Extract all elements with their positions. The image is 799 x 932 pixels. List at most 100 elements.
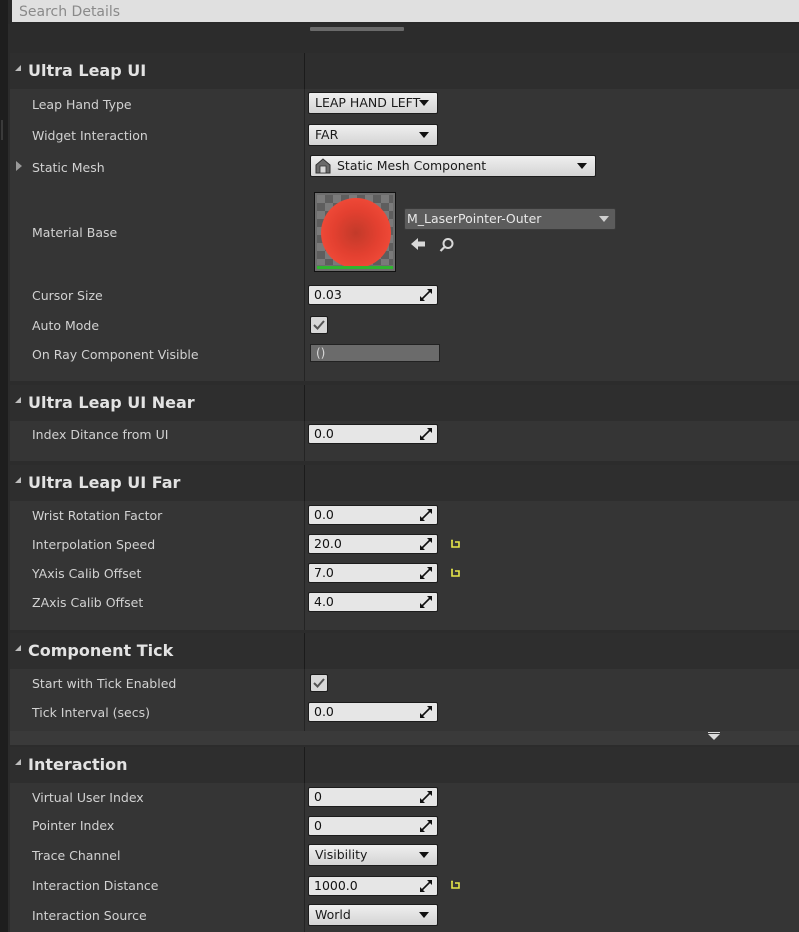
expand-advanced-icon[interactable] xyxy=(708,734,720,740)
property-label: Interaction Source xyxy=(32,908,147,923)
property-row-virtual-user-index: Virtual User Index 0 xyxy=(10,783,799,812)
column-divider xyxy=(304,119,305,151)
resize-drag-icon[interactable] xyxy=(420,820,432,832)
browse-magnifier-icon[interactable] xyxy=(439,237,455,253)
column-divider xyxy=(304,633,305,669)
pointer-index-field[interactable]: 0 xyxy=(308,816,438,836)
resize-drag-icon[interactable] xyxy=(420,567,432,579)
column-divider xyxy=(304,588,305,630)
widget-interaction-dropdown[interactable]: FAR xyxy=(308,124,438,146)
material-preview-sphere xyxy=(321,198,391,268)
property-label: ZAxis Calib Offset xyxy=(32,595,144,610)
property-row-tick-interval: Tick Interval (secs) 0.0 xyxy=(10,698,799,731)
column-divider xyxy=(304,421,305,461)
chevron-down-icon xyxy=(419,852,429,858)
property-row-yaxis-offset: YAxis Calib Offset 7.0 xyxy=(10,559,799,588)
property-row-cursor-size: Cursor Size 0.03 xyxy=(10,282,799,312)
column-divider xyxy=(304,669,305,698)
resize-drag-icon[interactable] xyxy=(420,428,432,440)
trace-channel-dropdown[interactable]: Visibility xyxy=(308,844,438,866)
material-thumbnail[interactable] xyxy=(314,192,396,272)
material-asset-dropdown[interactable]: M_LaserPointer-Outer xyxy=(404,208,616,230)
reset-to-default-icon[interactable] xyxy=(450,539,460,549)
field-value: 7.0 xyxy=(314,565,334,580)
property-row-start-with-tick: Start with Tick Enabled xyxy=(10,669,799,698)
use-selected-arrow-icon[interactable] xyxy=(410,237,426,251)
property-label: Static Mesh xyxy=(32,160,105,175)
category-title: Ultra Leap UI xyxy=(28,61,147,80)
dropdown-value: LEAP HAND LEFT xyxy=(315,95,421,110)
field-value: 0.0 xyxy=(314,704,334,719)
resize-drag-icon[interactable] xyxy=(420,791,432,803)
advanced-expand-bar[interactable] xyxy=(10,731,799,745)
category-component-tick[interactable]: Component Tick xyxy=(10,633,799,669)
column-divider xyxy=(304,183,305,282)
collapse-triangle-icon[interactable] xyxy=(15,645,21,651)
yaxis-offset-field[interactable]: 7.0 xyxy=(308,563,438,583)
collapse-triangle-icon[interactable] xyxy=(15,65,21,71)
property-label: Leap Hand Type xyxy=(32,97,132,112)
property-row-interaction-source: Interaction Source World xyxy=(10,901,799,932)
category-ultra-leap-ui-near[interactable]: Ultra Leap UI Near xyxy=(10,385,799,421)
tick-interval-field[interactable]: 0.0 xyxy=(308,702,438,722)
leap-hand-type-dropdown[interactable]: LEAP HAND LEFT xyxy=(308,92,438,114)
field-value: 4.0 xyxy=(314,594,334,609)
column-divider xyxy=(304,465,305,501)
property-label: Index Ditance from UI xyxy=(32,427,169,442)
interpolation-speed-field[interactable]: 20.0 xyxy=(308,534,438,554)
collapse-triangle-icon[interactable] xyxy=(15,759,21,765)
property-row-auto-mode: Auto Mode xyxy=(10,312,799,341)
cursor-size-field[interactable]: 0.03 xyxy=(308,285,438,305)
resize-drag-icon[interactable] xyxy=(420,289,432,301)
category-title: Ultra Leap UI Near xyxy=(28,393,195,412)
property-row-static-mesh: Static Mesh Static Mesh Component xyxy=(10,151,799,183)
chevron-down-icon xyxy=(419,132,429,138)
category-title: Component Tick xyxy=(28,641,174,660)
expand-triangle-icon[interactable] xyxy=(16,161,22,171)
dropdown-value: Visibility xyxy=(315,847,368,862)
property-row-pointer-index: Pointer Index 0 xyxy=(10,812,799,841)
field-value: 0 xyxy=(314,789,322,804)
resize-drag-icon[interactable] xyxy=(420,706,432,718)
reset-to-default-icon[interactable] xyxy=(450,568,460,578)
reset-to-default-icon[interactable] xyxy=(450,880,460,890)
property-row-material-base: Material Base xyxy=(10,183,799,282)
field-value: 20.0 xyxy=(314,536,342,551)
property-label: Interaction Distance xyxy=(32,878,159,893)
dropdown-value: M_LaserPointer-Outer xyxy=(407,211,542,226)
resize-drag-icon[interactable] xyxy=(420,880,432,892)
edge-tick xyxy=(1,120,3,140)
resize-drag-icon[interactable] xyxy=(420,596,432,608)
property-label: Pointer Index xyxy=(32,818,115,833)
resize-drag-icon[interactable] xyxy=(420,538,432,550)
column-divider xyxy=(304,747,305,783)
column-divider xyxy=(304,89,305,119)
auto-mode-checkbox[interactable] xyxy=(310,316,328,334)
category-ultra-leap-ui[interactable]: Ultra Leap UI xyxy=(10,53,799,89)
collapse-triangle-icon[interactable] xyxy=(15,477,21,483)
interaction-distance-field[interactable]: 1000.0 xyxy=(308,876,438,896)
index-distance-field[interactable]: 0.0 xyxy=(308,424,438,444)
start-with-tick-checkbox[interactable] xyxy=(310,674,328,692)
scroll-indicator[interactable] xyxy=(310,27,404,31)
column-divider xyxy=(304,783,305,812)
resize-drag-icon[interactable] xyxy=(420,509,432,521)
property-label: Start with Tick Enabled xyxy=(32,676,177,691)
dropdown-value: FAR xyxy=(315,127,339,142)
column-divider xyxy=(304,530,305,559)
dropdown-value: Static Mesh Component xyxy=(337,158,487,173)
category-interaction[interactable]: Interaction xyxy=(10,747,799,783)
expand-advanced-icon-line xyxy=(708,732,720,733)
search-input[interactable]: Search Details xyxy=(12,0,799,22)
field-value: 0.03 xyxy=(314,287,342,302)
static-mesh-dropdown[interactable]: Static Mesh Component xyxy=(310,155,596,177)
category-ultra-leap-ui-far[interactable]: Ultra Leap UI Far xyxy=(10,465,799,501)
on-ray-visible-field[interactable]: () xyxy=(310,344,440,362)
wrist-rotation-field[interactable]: 0.0 xyxy=(308,505,438,525)
virtual-user-index-field[interactable]: 0 xyxy=(308,787,438,807)
zaxis-offset-field[interactable]: 4.0 xyxy=(308,592,438,612)
property-label: YAxis Calib Offset xyxy=(32,566,142,581)
chevron-down-icon xyxy=(419,100,429,106)
interaction-source-dropdown[interactable]: World xyxy=(308,904,438,926)
collapse-triangle-icon[interactable] xyxy=(15,397,21,403)
